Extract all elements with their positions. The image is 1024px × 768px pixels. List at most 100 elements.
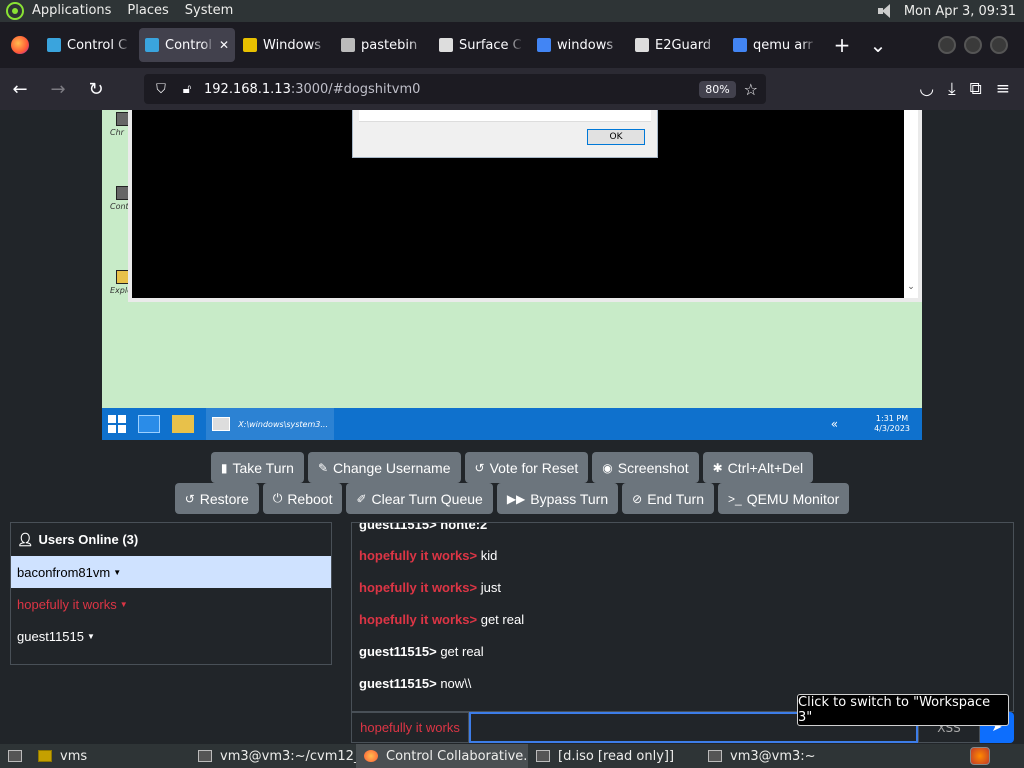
- button-label: Bypass Turn: [530, 490, 609, 507]
- taskview-icon[interactable]: [138, 415, 160, 433]
- cmd-task-icon: [212, 417, 231, 431]
- taskbar-window-label: Control Collaborative...: [386, 748, 528, 764]
- back-button[interactable]: ←: [2, 73, 38, 105]
- taskbar-window-1[interactable]: vm3@vm3:~/cvm12_2: [190, 744, 356, 768]
- close-window-button[interactable]: [990, 36, 1008, 54]
- tab-label: Control Co: [165, 37, 215, 53]
- forward-button[interactable]: →: [40, 73, 76, 105]
- show-desktop-icon: [8, 750, 22, 762]
- cmd-scrollbar[interactable]: ⌄: [904, 110, 918, 298]
- caret-down-icon: ▼: [113, 567, 122, 577]
- maximize-button[interactable]: [964, 36, 982, 54]
- clear-turn-queue-button[interactable]: ✐ Clear Turn Queue: [346, 483, 493, 514]
- vm-clock[interactable]: 1:31 PM 4/3/2023: [874, 414, 910, 434]
- tab-label: Surface C: [459, 37, 522, 53]
- pocket-icon[interactable]: ◡: [919, 79, 934, 99]
- reboot-button[interactable]: ⏻ Reboot: [262, 483, 343, 514]
- minimize-button[interactable]: [938, 36, 956, 54]
- panel-clock[interactable]: Mon Apr 3, 09:31: [904, 4, 1016, 19]
- url-bar[interactable]: ⛉ 🔓︎ 192.168.1.13:3000/#dogshitvm0 80% ☆: [144, 74, 766, 104]
- taskbar-window-0[interactable]: vms: [30, 744, 190, 768]
- user-list-item[interactable]: hopefully it works ▼: [11, 588, 331, 620]
- chat-message: guest11515> now\\: [359, 676, 471, 691]
- user-list-item[interactable]: baconfrom81vm ▼: [11, 556, 331, 588]
- reboot-icon: ⏻: [272, 491, 283, 505]
- extensions-icon[interactable]: ⧉: [970, 79, 982, 99]
- user-list-item[interactable]: guest11515 ▼: [11, 620, 331, 652]
- dialog-ok-button[interactable]: OK: [587, 129, 645, 145]
- taskbar-cmd-task[interactable]: X:\windows\system3...: [206, 408, 334, 440]
- tab-7[interactable]: qemu arr: [727, 28, 823, 62]
- close-tab-icon[interactable]: ✕: [219, 38, 229, 52]
- disc-icon: [536, 750, 550, 762]
- taskbar-window-4[interactable]: vm3@vm3:~: [700, 744, 820, 768]
- download-icon[interactable]: ⤓: [948, 79, 956, 99]
- windows-taskbar: X:\windows\system3... « 1:31 PM 4/3/2023: [102, 408, 922, 440]
- tab-label: E2Guard: [655, 37, 712, 53]
- chat-username-label: hopefully it works: [351, 712, 469, 743]
- username: guest11515: [17, 628, 84, 644]
- reload-icon: ↻: [88, 78, 104, 100]
- desktop-icon-chrome[interactable]: Chr: [110, 112, 130, 137]
- shield-icon[interactable]: ⛉: [152, 82, 170, 97]
- ctrl-alt-del-button[interactable]: ✱ Ctrl+Alt+Del: [702, 452, 814, 483]
- tab-favicon-icon: [439, 38, 453, 52]
- end-turn-button[interactable]: ⊘ End Turn: [622, 483, 715, 514]
- show-desktop-button[interactable]: [0, 744, 30, 768]
- tab-favicon-icon: [537, 38, 551, 52]
- vm-display[interactable]: Chr Cont Pr Explorer++ ⌄ OK X:\windows\s…: [102, 110, 922, 440]
- workspace-tooltip: Click to switch to "Workspace 3": [797, 694, 1009, 726]
- chat-nick: hopefully it works>: [359, 548, 478, 563]
- tab-label: pastebin: [361, 37, 418, 53]
- screenshot-button[interactable]: ◉ Screenshot: [592, 452, 699, 483]
- tab-0[interactable]: Control C: [41, 28, 137, 62]
- button-label: Change Username: [333, 459, 451, 476]
- firefox-launcher-icon[interactable]: [970, 747, 990, 765]
- zoom-indicator[interactable]: 80%: [699, 80, 736, 98]
- terminal-icon: [198, 750, 212, 762]
- gnome-foot-icon[interactable]: [6, 2, 24, 20]
- bookmark-star-icon[interactable]: ☆: [744, 80, 758, 99]
- vote-reset-button[interactable]: ↺ Vote for Reset: [464, 452, 589, 483]
- tab-4[interactable]: Surface C: [433, 28, 529, 62]
- users-online-panel: 👤︎ Users Online (3) baconfrom81vm ▼ hopefu…: [10, 522, 332, 665]
- places-menu[interactable]: Places: [119, 0, 176, 22]
- bypass-turn-button[interactable]: ▶▶ Bypass Turn: [496, 483, 619, 514]
- list-all-tabs-button[interactable]: ⌄: [860, 28, 896, 62]
- volume-icon[interactable]: [876, 3, 896, 19]
- taskbar-window-3[interactable]: [d.iso [read only]]: [528, 744, 700, 768]
- tab-1[interactable]: Control Co ✕: [139, 28, 235, 62]
- restore-button[interactable]: ↺ Restore: [174, 483, 259, 514]
- taskbar-window-2[interactable]: Control Collaborative...: [356, 744, 528, 768]
- applications-menu[interactable]: Applications: [24, 0, 119, 22]
- ctrl-alt-del-icon: ✱: [712, 460, 723, 475]
- reload-button[interactable]: ↻: [78, 73, 114, 105]
- chat-text: get real: [436, 644, 484, 659]
- tab-favicon-icon: [145, 38, 159, 52]
- firefox-view-button[interactable]: [0, 22, 40, 68]
- chat-nick: guest11515>: [359, 644, 437, 659]
- tab-favicon-icon: [733, 38, 747, 52]
- tab-favicon-icon: [243, 38, 257, 52]
- windows-start-icon[interactable]: [108, 415, 126, 433]
- folder-icon: [38, 750, 52, 762]
- tab-3[interactable]: pastebin: [335, 28, 431, 62]
- tray-chevron-icon[interactable]: «: [831, 417, 838, 431]
- ff-icon: [364, 750, 378, 762]
- tab-6[interactable]: E2Guard: [629, 28, 725, 62]
- chat-nick: hopefully it works>: [359, 580, 478, 595]
- page-content: Chr Cont Pr Explorer++ ⌄ OK X:\windows\s…: [0, 110, 1024, 744]
- qemu-monitor-button[interactable]: >_ QEMU Monitor: [718, 483, 850, 514]
- new-tab-button[interactable]: +: [824, 28, 860, 62]
- url-host: 192.168.1.13: [204, 81, 291, 97]
- insecure-lock-icon[interactable]: 🔓︎: [178, 82, 196, 97]
- change-username-button[interactable]: ✎ Change Username: [307, 452, 461, 483]
- screenshot-icon: ◉: [602, 460, 613, 475]
- file-explorer-icon[interactable]: [172, 415, 194, 433]
- tab-5[interactable]: windows: [531, 28, 627, 62]
- take-turn-button[interactable]: ▮ Take Turn: [210, 452, 304, 483]
- tab-2[interactable]: Windows: [237, 28, 333, 62]
- chat-text: just: [477, 580, 501, 595]
- menu-icon[interactable]: ≡: [996, 79, 1010, 99]
- system-menu[interactable]: System: [177, 0, 241, 22]
